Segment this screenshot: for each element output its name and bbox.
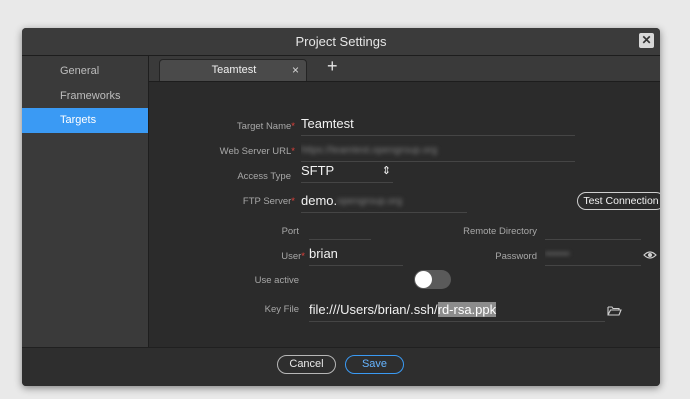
web-server-url-label-text: Web Server URL	[219, 146, 292, 157]
key-file-path: file:///Users/brian/.ssh/	[309, 302, 438, 317]
footer: Cancel Save	[22, 347, 660, 386]
remote-directory-label: Remote Directory	[463, 226, 537, 237]
ftp-server-obscured: opengroup.org	[337, 195, 403, 207]
targets-panel: Teamtest × + Target Name* Teamtest Web S…	[149, 56, 660, 347]
web-server-url-label: Web Server URL*	[169, 146, 295, 157]
user-label: User*	[229, 251, 305, 262]
remote-directory-input[interactable]	[545, 218, 641, 240]
required-marker: *	[301, 251, 305, 262]
titlebar: Project Settings ✕	[22, 28, 660, 56]
required-marker: *	[291, 196, 295, 207]
access-type-value: SFTP	[301, 163, 335, 178]
save-button[interactable]: Save	[345, 355, 404, 374]
key-file-input[interactable]: file:///Users/brian/.ssh/rd-rsa.ppk	[309, 300, 605, 322]
test-connection-button[interactable]: Test Connection	[577, 192, 660, 210]
user-label-text: User	[281, 251, 302, 262]
ftp-server-label-text: FTP Server	[242, 196, 292, 207]
required-marker: *	[291, 121, 295, 132]
close-icon[interactable]: ✕	[639, 33, 654, 48]
target-name-label: Target Name*	[189, 121, 295, 132]
password-label: Password	[495, 251, 537, 262]
port-label: Port	[281, 226, 299, 237]
ftp-server-value: demo.	[301, 193, 338, 208]
required-marker: *	[291, 146, 295, 157]
access-type-label: Access Type	[237, 171, 291, 182]
key-file-label: Key File	[264, 304, 299, 315]
project-settings-dialog: Project Settings ✕ General Frameworks Ta…	[22, 28, 660, 386]
ftp-server-input[interactable]: demo.opengroup.org	[301, 191, 467, 213]
target-name-input[interactable]: Teamtest	[301, 114, 575, 136]
folder-open-icon[interactable]	[607, 305, 622, 316]
sidebar-item-targets[interactable]: Targets	[22, 108, 148, 133]
web-server-url-input[interactable]: https://teamtest.opengroup.org	[301, 140, 575, 162]
use-active-label: Use active	[254, 275, 299, 286]
cancel-button[interactable]: Cancel	[277, 355, 336, 374]
eye-icon[interactable]	[643, 250, 657, 260]
ftp-server-label: FTP Server*	[189, 196, 295, 207]
tab-label: Teamtest	[211, 64, 257, 76]
tab-strip: Teamtest × +	[149, 56, 660, 82]
web-server-url-value: https://teamtest.opengroup.org	[301, 144, 438, 156]
select-arrows-icon: ⇕	[381, 165, 391, 177]
key-file-selected: rd-rsa.ppk	[437, 302, 497, 317]
use-active-toggle[interactable]	[414, 270, 451, 289]
tab-teamtest[interactable]: Teamtest ×	[159, 59, 307, 81]
sidebar-item-frameworks[interactable]: Frameworks	[22, 84, 148, 109]
target-name-label-text: Target Name	[236, 121, 292, 132]
user-input[interactable]: brian	[309, 244, 403, 266]
toggle-knob	[415, 271, 432, 288]
port-input[interactable]	[309, 218, 371, 240]
sidebar-item-general[interactable]: General	[22, 59, 148, 84]
password-value: •••••••	[545, 248, 570, 260]
access-type-select[interactable]: SFTP ⇕	[301, 161, 393, 183]
tab-close-icon[interactable]: ×	[292, 63, 299, 77]
dialog-title: Project Settings	[295, 34, 387, 49]
add-tab-icon[interactable]: +	[327, 56, 338, 77]
sidebar: General Frameworks Targets	[22, 56, 149, 347]
password-input[interactable]: •••••••	[545, 244, 641, 266]
